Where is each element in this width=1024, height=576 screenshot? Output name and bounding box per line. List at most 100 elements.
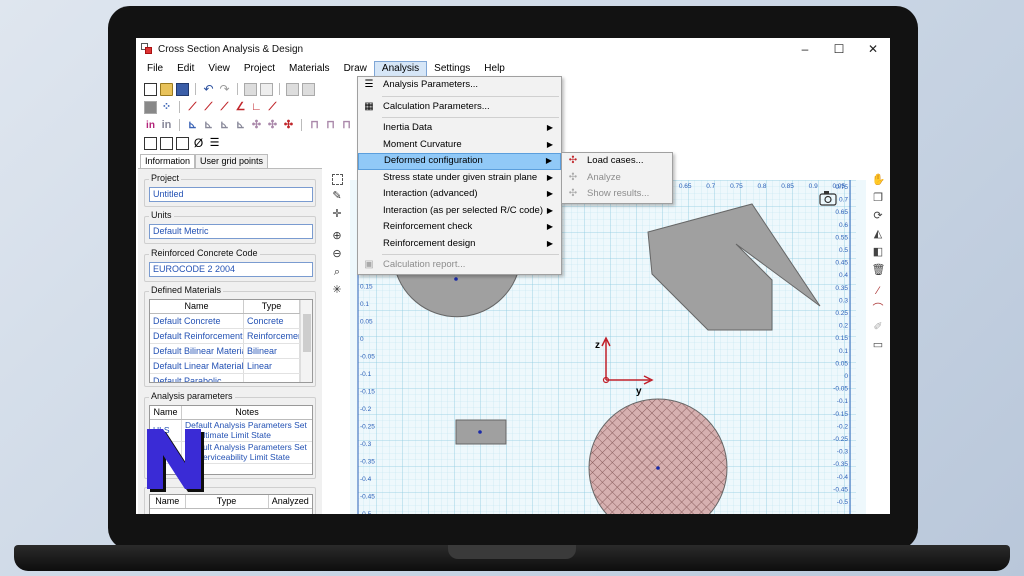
interaction-3-icon[interactable]: ⊓ <box>340 119 353 132</box>
toolbar-separator <box>237 83 238 95</box>
zoom-out-icon[interactable]: ⊖ <box>331 248 344 261</box>
units-field[interactable]: Default Metric <box>149 224 313 239</box>
title-bar[interactable]: Cross Section Analysis & Design – ☐ ✕ <box>136 38 890 60</box>
menu-materials[interactable]: Materials <box>282 61 337 77</box>
menu-analyze[interactable]: ✣ Analyze <box>562 170 672 187</box>
save-icon[interactable] <box>176 82 189 96</box>
close-button[interactable]: ✕ <box>856 38 890 60</box>
copy-shape-icon[interactable]: ❐ <box>872 192 885 205</box>
inertia-gray-icon[interactable]: in <box>160 119 173 132</box>
menu-project[interactable]: Project <box>237 61 282 77</box>
ruler-tick-label: 0.35 <box>835 285 848 292</box>
interaction-2-icon[interactable]: ⊓ <box>324 119 337 132</box>
report-2-icon[interactable] <box>160 136 173 150</box>
menu-calculation-parameters[interactable]: ▦ Calculation Parameters... <box>358 99 561 116</box>
menu-label: Inertia Data <box>383 122 433 133</box>
materials-scrollbar[interactable] <box>300 300 312 382</box>
menu-analysis[interactable]: Analysis <box>373 61 428 77</box>
moment-curvature-icon[interactable]: ⊾ <box>186 119 199 132</box>
mirror-icon[interactable]: ◭ <box>872 228 885 241</box>
code-field[interactable]: EUROCODE 2 2004 <box>149 262 313 277</box>
toolbar-separator <box>195 83 196 95</box>
menu-interaction-advanced[interactable]: Interaction (advanced) ▶ <box>358 186 561 203</box>
layers-icon[interactable]: ◧ <box>872 246 885 259</box>
moment-curvature-3-icon[interactable]: ⊾ <box>218 119 231 132</box>
chart-curve-icon[interactable]: ⟋ <box>218 101 231 114</box>
menu-interaction-code[interactable]: Interaction (as per selected R/C code) ▶ <box>358 203 561 220</box>
chart-parabolic-icon[interactable]: ∠ <box>234 101 247 114</box>
menu-show-results[interactable]: ✣ Show results... <box>562 186 672 203</box>
menu-inertia-data[interactable]: Inertia Data ▶ <box>358 120 561 137</box>
zoom-window-icon[interactable]: ⌕ <box>331 266 344 279</box>
tab-user-grid-points[interactable]: User grid points <box>195 154 269 168</box>
table-row[interactable]: Default Parabolic <box>150 374 312 382</box>
maximize-button[interactable]: ☐ <box>822 38 856 60</box>
minimize-button[interactable]: – <box>788 38 822 60</box>
chart-bilinear-icon[interactable]: ⟋ <box>202 101 215 114</box>
menu-edit[interactable]: Edit <box>170 61 201 77</box>
move-icon[interactable]: ✛ <box>331 208 344 221</box>
eraser-icon[interactable]: ✎ <box>331 190 344 203</box>
table-row[interactable]: Default Concrete Concrete <box>150 314 312 329</box>
menu-stress-state[interactable]: Stress state under given strain plane ▶ <box>358 170 561 187</box>
menu-settings[interactable]: Settings <box>427 61 477 77</box>
pencil-icon[interactable]: ✐ <box>872 321 885 334</box>
chart-plastic-icon[interactable]: ∟ <box>250 101 263 114</box>
zoom-extents-icon[interactable]: ✳ <box>331 284 344 297</box>
inertia-icon[interactable]: in <box>144 119 157 132</box>
arc-tool-icon[interactable]: ⌒ <box>872 303 885 316</box>
moment-curvature-4-icon[interactable]: ⊾ <box>234 119 247 132</box>
chart-line-icon[interactable]: ⟋ <box>186 101 199 114</box>
menu-load-cases[interactable]: ✣ Load cases... <box>562 153 672 170</box>
project-field[interactable]: Untitled <box>149 187 313 202</box>
ruler-tick-label: 0.2 <box>839 323 848 330</box>
menu-moment-curvature[interactable]: Moment Curvature ▶ <box>358 137 561 154</box>
menu-analysis-parameters[interactable]: ☰ Analysis Parameters... <box>358 77 561 94</box>
report-3-icon[interactable] <box>176 136 189 150</box>
table-row[interactable]: Default Bilinear Material Bilinear <box>150 344 312 359</box>
trash-icon[interactable]: 🗑 <box>872 264 886 277</box>
stress-icon[interactable]: ✣ <box>250 119 263 132</box>
menu-help[interactable]: Help <box>477 61 512 77</box>
select-box-icon[interactable] <box>331 174 343 185</box>
copy-icon[interactable] <box>286 82 299 96</box>
list-icon[interactable]: ☰ <box>208 137 221 150</box>
ruler-tick-label: -0.5 <box>360 511 372 514</box>
menu-draw[interactable]: Draw <box>337 61 374 77</box>
section-icon[interactable] <box>144 100 157 114</box>
tab-information[interactable]: Information <box>140 154 196 168</box>
menu-calculation-report[interactable]: ▣ Calculation report... <box>358 257 561 274</box>
moment-curvature-2-icon[interactable]: ⊾ <box>202 119 215 132</box>
new-file-icon[interactable] <box>144 82 157 96</box>
rotate-icon[interactable]: ⟳ <box>872 210 885 223</box>
stress-2-icon[interactable]: ✣ <box>266 119 279 132</box>
properties-icon[interactable] <box>260 82 273 96</box>
toolbar-draw: ⁘ ⟋ ⟋ ⟋ ∠ ∟ ⟋ <box>144 98 279 116</box>
ruler-tick-label: 0.7 <box>706 183 715 190</box>
chart-steel-icon[interactable]: ⟋ <box>266 101 279 114</box>
table-row[interactable]: Default Linear Material Linear <box>150 359 312 374</box>
menu-file[interactable]: File <box>140 61 170 77</box>
line-tool-icon[interactable]: ⁄ <box>872 285 885 298</box>
menu-deformed-configuration[interactable]: Deformed configuration ▶ <box>358 153 561 170</box>
zoom-in-icon[interactable]: ⊕ <box>331 230 344 243</box>
empty-set-icon[interactable]: Ø <box>192 136 205 150</box>
submenu-arrow-icon: ▶ <box>546 189 553 198</box>
interaction-icon[interactable]: ⊓ <box>308 119 321 132</box>
paste-icon[interactable] <box>302 82 315 96</box>
menu-view[interactable]: View <box>201 61 237 77</box>
undo-icon[interactable]: ↶ <box>202 82 215 96</box>
open-folder-icon[interactable] <box>160 82 173 96</box>
table-row[interactable]: Default Reinforcement Reinforcement <box>150 329 312 344</box>
menu-reinforcement-design[interactable]: Reinforcement design ▶ <box>358 236 561 253</box>
grid-points-icon[interactable]: ⁘ <box>160 101 173 114</box>
redo-icon[interactable]: ↷ <box>218 82 231 96</box>
stress-3-icon[interactable]: ✣ <box>282 119 295 132</box>
channel-logo <box>147 429 204 492</box>
ruler-tick-label: -0.4 <box>837 474 849 481</box>
report-icon[interactable] <box>144 136 157 150</box>
comment-icon[interactable]: ▭ <box>872 339 885 352</box>
menu-reinforcement-check[interactable]: Reinforcement check ▶ <box>358 219 561 236</box>
lock-icon[interactable] <box>244 82 257 96</box>
pan-hand-icon[interactable]: ✋ <box>872 174 886 187</box>
